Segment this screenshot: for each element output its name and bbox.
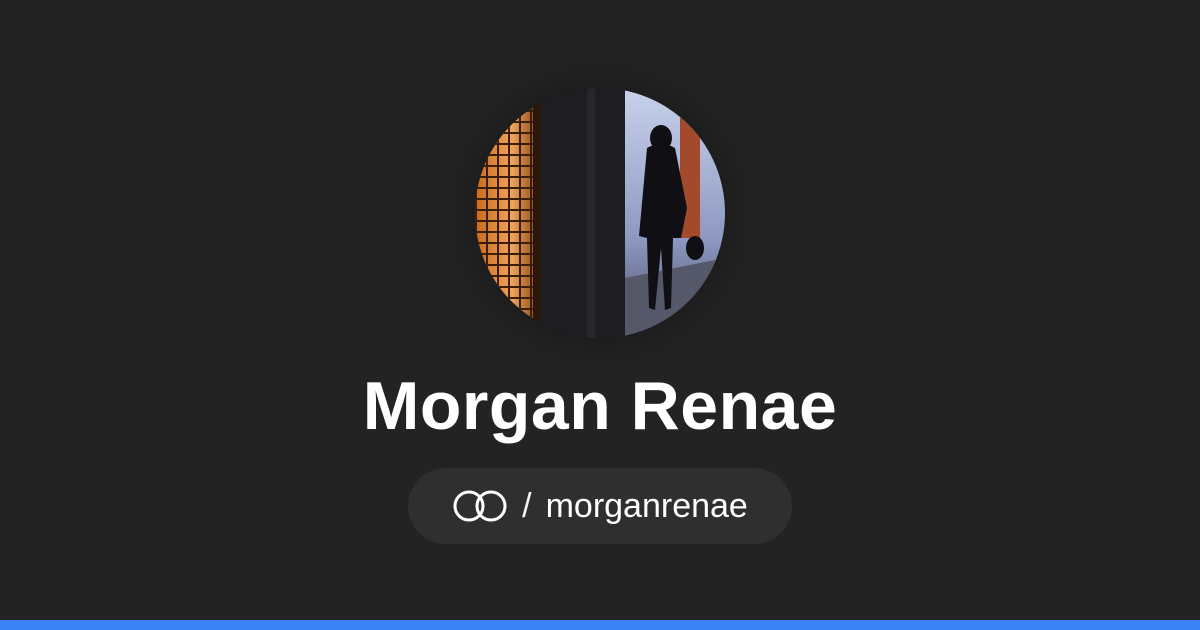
share-card: Morgan Renae / morganrenae <box>0 0 1200 630</box>
profile-photo-icon <box>475 88 725 338</box>
accent-bar <box>0 620 1200 630</box>
handle-text: morganrenae <box>545 486 748 525</box>
avatar <box>475 88 725 338</box>
handle-pill[interactable]: / morganrenae <box>408 468 792 544</box>
profile-name: Morgan Renae <box>362 368 838 444</box>
handle-separator: / <box>522 486 532 525</box>
linked-rings-icon <box>452 489 508 523</box>
